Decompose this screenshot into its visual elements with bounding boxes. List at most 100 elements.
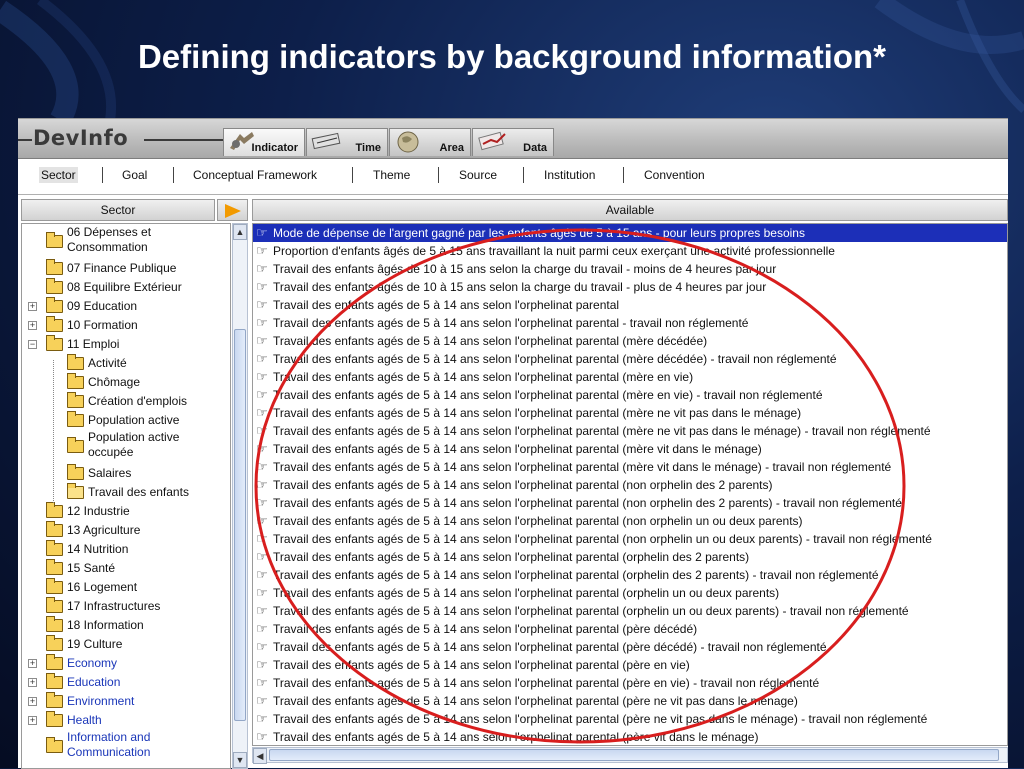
tab-indicator[interactable]: Indicator bbox=[223, 128, 305, 156]
indicator-row[interactable]: ☞ Travail des enfants agés de 5 à 14 ans … bbox=[253, 656, 1007, 674]
tree-item-label: Salaires bbox=[88, 466, 132, 480]
indicator-row[interactable]: ☞ Mode de dépense de l'argent gagné par l… bbox=[253, 224, 1007, 242]
tree-item[interactable]: 11 Emploi bbox=[46, 335, 228, 354]
folder-icon bbox=[46, 737, 63, 753]
subtab-conceptual-framework[interactable]: Conceptual Framework bbox=[193, 168, 317, 182]
indicator-row[interactable]: ☞ Travail des enfants âgés de 10 à 15 ans… bbox=[253, 260, 1007, 278]
tree-item[interactable]: 10 Formation bbox=[46, 316, 228, 335]
indicator-row[interactable]: ☞ Travail des enfants agés de 5 à 14 ans … bbox=[253, 440, 1007, 458]
indicator-label: Travail des enfants agés de 5 à 14 ans s… bbox=[273, 424, 931, 438]
tree-item[interactable]: Information and Communication bbox=[46, 730, 228, 764]
indicator-row[interactable]: ☞ Travail des enfants agés de 5 à 14 ans … bbox=[253, 602, 1007, 620]
tree-item[interactable]: 12 Industrie bbox=[46, 502, 228, 521]
subtab-sector[interactable]: Sector bbox=[39, 167, 78, 183]
tree-item-label: 06 Dépenses et Consommation bbox=[67, 225, 152, 254]
expand-icon[interactable]: + bbox=[28, 659, 37, 668]
indicator-row[interactable]: ☞ Travail des enfants agés de 5 à 14 ans … bbox=[253, 494, 1007, 512]
tree-item[interactable]: 13 Agriculture bbox=[46, 521, 228, 540]
folder-icon bbox=[46, 316, 63, 332]
horizontal-scroll-thumb[interactable] bbox=[269, 749, 999, 761]
collapse-icon[interactable]: − bbox=[28, 340, 37, 349]
folder-icon bbox=[46, 673, 63, 689]
indicator-row[interactable]: ☞ Travail des enfants agés de 5 à 14 ans … bbox=[253, 638, 1007, 656]
indicator-row[interactable]: ☞ Travail des enfants agés de 5 à 14 ans … bbox=[253, 404, 1007, 422]
subtab-divider bbox=[173, 167, 174, 183]
list-horizontal-scrollbar[interactable]: ◀ bbox=[252, 747, 1008, 764]
indicator-row[interactable]: ☞ Travail des enfants agés de 5 à 14 ans … bbox=[253, 350, 1007, 368]
tree-item[interactable]: Travail des enfants bbox=[67, 483, 228, 502]
expand-icon[interactable]: + bbox=[28, 716, 37, 725]
indicator-row[interactable]: ☞ Travail des enfants agés de 5 à 14 ans … bbox=[253, 458, 1007, 476]
pointing-hand-icon: ☞ bbox=[256, 603, 268, 618]
tree-item[interactable]: 17 Infrastructures bbox=[46, 597, 228, 616]
tree-scrollbar[interactable]: ▲ ▼ bbox=[232, 223, 248, 769]
tree-item[interactable]: 07 Finance Publique bbox=[46, 259, 228, 278]
subtab-theme[interactable]: Theme bbox=[373, 168, 410, 182]
scroll-left-icon[interactable]: ◀ bbox=[253, 748, 267, 764]
indicator-row[interactable]: ☞ Travail des enfants agés de 5 à 14 ans … bbox=[253, 728, 1007, 745]
tree-item[interactable]: 16 Logement bbox=[46, 578, 228, 597]
tree-item[interactable]: Population active bbox=[67, 411, 228, 430]
tree-item[interactable]: 19 Culture bbox=[46, 635, 228, 654]
expand-icon[interactable]: + bbox=[28, 321, 37, 330]
scroll-thumb[interactable] bbox=[234, 329, 246, 721]
move-right-button[interactable] bbox=[217, 199, 248, 221]
tree-item[interactable]: 15 Santé bbox=[46, 559, 228, 578]
folder-icon bbox=[67, 373, 84, 389]
indicator-row[interactable]: ☞ Travail des enfants agés de 5 à 14 ans … bbox=[253, 386, 1007, 404]
indicator-row[interactable]: ☞ Travail des enfants agés de 5 à 14 ans … bbox=[253, 296, 1007, 314]
tree-item-label: Environment bbox=[67, 694, 135, 708]
subtab-goal[interactable]: Goal bbox=[122, 168, 147, 182]
subtab-convention[interactable]: Convention bbox=[644, 168, 705, 182]
indicator-row[interactable]: ☞ Travail des enfants agés de 5 à 14 ans … bbox=[253, 422, 1007, 440]
tree-item[interactable]: Création d'emplois bbox=[67, 392, 228, 411]
scroll-up-icon[interactable]: ▲ bbox=[233, 224, 247, 240]
indicator-row[interactable]: ☞ Travail des enfants agés de 5 à 14 ans … bbox=[253, 584, 1007, 602]
indicator-row[interactable]: ☞ Travail des enfants agés de 5 à 14 ans … bbox=[253, 512, 1007, 530]
tab-area[interactable]: Area bbox=[389, 128, 471, 156]
indicator-row[interactable]: ☞ Travail des enfants agés de 5 à 14 ans … bbox=[253, 620, 1007, 638]
indicator-row[interactable]: ☞ Proportion d'enfants âgés de 5 à 15 ans… bbox=[253, 242, 1007, 260]
tree-item[interactable]: Chômage bbox=[67, 373, 228, 392]
tree-item[interactable]: 09 Education bbox=[46, 297, 228, 316]
subtab-institution[interactable]: Institution bbox=[544, 168, 595, 182]
indicator-label: Mode de dépense de l'argent gagné par le… bbox=[273, 226, 805, 240]
tree-item[interactable]: Population active occupée bbox=[67, 430, 228, 464]
tree-item[interactable]: Activité bbox=[67, 354, 228, 373]
tree-item-label: Travail des enfants bbox=[88, 485, 189, 499]
indicator-label: Travail des enfants agés de 5 à 14 ans s… bbox=[273, 334, 708, 348]
indicator-row[interactable]: ☞ Travail des enfants agés de 5 à 14 ans … bbox=[253, 476, 1007, 494]
scroll-down-icon[interactable]: ▼ bbox=[233, 752, 247, 768]
indicator-row[interactable]: ☞ Travail des enfants âgés de 10 à 15 ans… bbox=[253, 278, 1007, 296]
expand-icon[interactable]: + bbox=[28, 697, 37, 706]
tree-item[interactable]: 18 Information bbox=[46, 616, 228, 635]
tree-item-label: 15 Santé bbox=[67, 561, 116, 575]
indicator-row[interactable]: ☞ Travail des enfants agés de 5 à 14 ans … bbox=[253, 674, 1007, 692]
tree-item[interactable]: Environment bbox=[46, 692, 228, 711]
tree-item[interactable]: Health bbox=[46, 711, 228, 730]
tree-item[interactable]: Economy bbox=[46, 654, 228, 673]
expand-icon[interactable]: + bbox=[28, 678, 37, 687]
indicator-row[interactable]: ☞ Travail des enfants agés de 5 à 14 ans … bbox=[253, 530, 1007, 548]
indicator-row[interactable]: ☞ Travail des enfants agés de 5 à 14 ans … bbox=[253, 710, 1007, 728]
indicator-row[interactable]: ☞ Travail des enfants agés de 5 à 14 ans … bbox=[253, 314, 1007, 332]
tree-item[interactable]: Salaires bbox=[67, 464, 228, 483]
indicator-label: Travail des enfants agés de 5 à 14 ans s… bbox=[273, 406, 802, 420]
tab-time[interactable]: Time bbox=[306, 128, 388, 156]
subtab-divider bbox=[623, 167, 624, 183]
tree-item[interactable]: 14 Nutrition bbox=[46, 540, 228, 559]
tree-item-label: 13 Agriculture bbox=[67, 523, 141, 537]
indicator-row[interactable]: ☞ Travail des enfants agés de 5 à 14 ans … bbox=[253, 548, 1007, 566]
indicator-row[interactable]: ☞ Travail des enfants agés de 5 à 14 ans … bbox=[253, 692, 1007, 710]
indicator-row[interactable]: ☞ Travail des enfants agés de 5 à 14 ans … bbox=[253, 332, 1007, 350]
expand-icon[interactable]: + bbox=[28, 302, 37, 311]
subtab-source[interactable]: Source bbox=[459, 168, 497, 182]
tree-item[interactable]: 06 Dépenses et Consommation bbox=[46, 225, 228, 259]
indicator-row[interactable]: ☞ Travail des enfants agés de 5 à 14 ans … bbox=[253, 368, 1007, 386]
tree-item[interactable]: 08 Equilibre Extérieur bbox=[46, 278, 228, 297]
tab-data[interactable]: Data bbox=[472, 128, 554, 156]
indicator-row[interactable]: ☞ Travail des enfants agés de 5 à 14 ans … bbox=[253, 566, 1007, 584]
tree-item-label: Education bbox=[67, 675, 121, 689]
tree-item[interactable]: Education bbox=[46, 673, 228, 692]
pointing-hand-icon: ☞ bbox=[256, 315, 268, 330]
